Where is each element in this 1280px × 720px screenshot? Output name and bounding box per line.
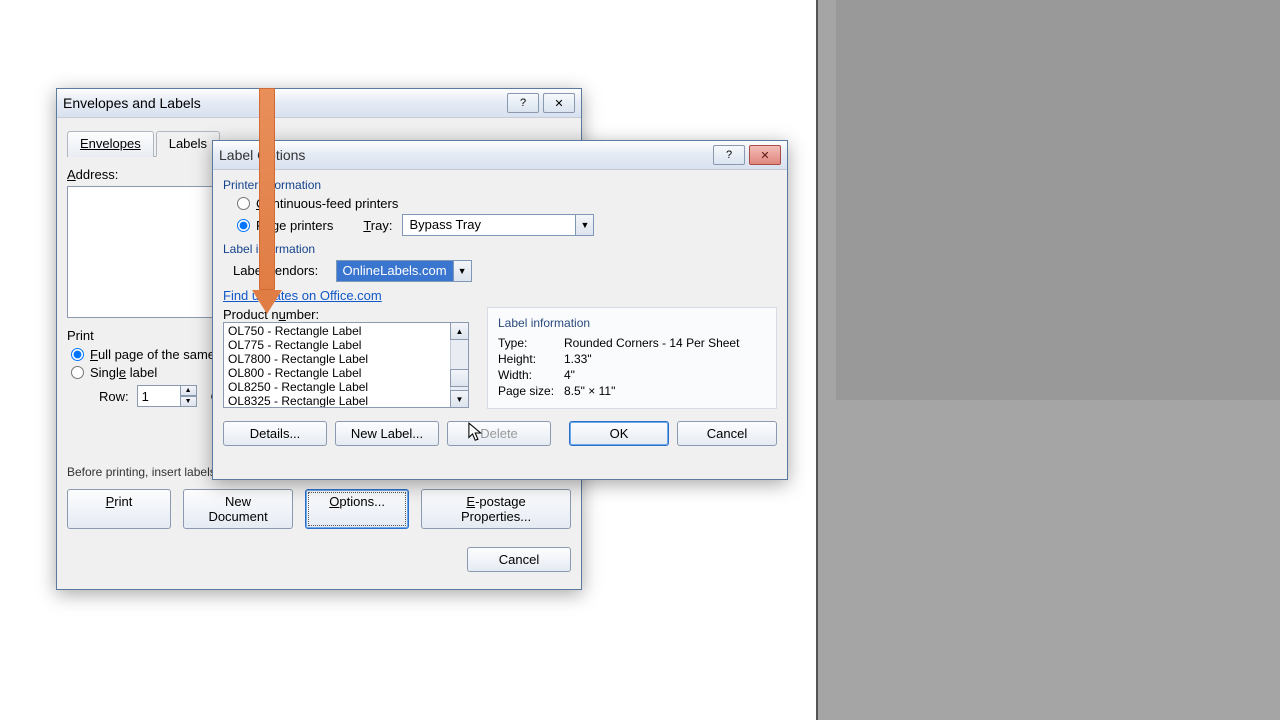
- label-options-dialog: Label Options ? ✕ Printer information Co…: [212, 140, 788, 480]
- chevron-down-icon[interactable]: ▼: [453, 261, 471, 281]
- cancel-button[interactable]: Cancel: [677, 421, 777, 446]
- details-title: Label information: [498, 316, 766, 330]
- list-item[interactable]: OL8325 - Rectangle Label: [224, 394, 450, 407]
- office-updates-link[interactable]: Find updates on Office.com: [223, 288, 382, 303]
- new-document-button[interactable]: New Document: [183, 489, 293, 529]
- tab-labels[interactable]: Labels: [156, 131, 220, 157]
- list-item[interactable]: OL800 - Rectangle Label: [224, 366, 450, 380]
- delete-button: Delete: [447, 421, 551, 446]
- options-button[interactable]: Options...: [305, 489, 409, 529]
- help-button[interactable]: ?: [507, 93, 539, 113]
- list-item[interactable]: OL750 - Rectangle Label: [224, 324, 450, 338]
- label-details-panel: Label information Type:Rounded Corners -…: [487, 307, 777, 409]
- radio-continuous-feed[interactable]: Continuous-feed printers: [233, 196, 777, 211]
- details-button[interactable]: Details...: [223, 421, 327, 446]
- tab-envelopes[interactable]: Envelopes: [67, 131, 154, 157]
- scroll-down-icon[interactable]: ▼: [450, 390, 469, 408]
- list-item[interactable]: OL8250 - Rectangle Label: [224, 380, 450, 394]
- label-info-heading: Label information: [223, 242, 777, 256]
- address-label: ddress:: [76, 167, 119, 182]
- row-spinner-buttons[interactable]: ▲▼: [180, 385, 197, 407]
- epostage-properties-button[interactable]: E-postage Properties...: [421, 489, 571, 529]
- new-label-button[interactable]: New Label...: [335, 421, 439, 446]
- row-spinner[interactable]: [137, 385, 181, 407]
- dialog-titlebar[interactable]: Label Options ? ✕: [213, 141, 787, 170]
- product-number-listbox[interactable]: OL750 - Rectangle Label OL775 - Rectangl…: [223, 322, 469, 408]
- ok-button[interactable]: OK: [569, 421, 669, 446]
- dialog-title: Envelopes and Labels: [63, 95, 201, 111]
- app-chrome-right: [816, 0, 1280, 720]
- tray-label: Tray:: [363, 218, 392, 233]
- cancel-button[interactable]: Cancel: [467, 547, 571, 572]
- callout-arrow-icon: [258, 88, 276, 318]
- list-item[interactable]: OL7800 - Rectangle Label: [224, 352, 450, 366]
- close-button[interactable]: ✕: [543, 93, 575, 113]
- list-item[interactable]: OL775 - Rectangle Label: [224, 338, 450, 352]
- print-button[interactable]: Print: [67, 489, 171, 529]
- row-label: Row:: [99, 389, 129, 404]
- radio-page-printers[interactable]: Page printers Tray: Bypass Tray ▼: [233, 214, 777, 236]
- printer-info-label: Printer information: [223, 178, 777, 192]
- close-button[interactable]: ✕: [749, 145, 781, 165]
- chevron-down-icon[interactable]: ▼: [575, 215, 593, 235]
- scroll-thumb[interactable]: [450, 369, 469, 387]
- dialog-titlebar[interactable]: Envelopes and Labels ? ✕: [57, 89, 581, 118]
- help-button[interactable]: ?: [713, 145, 745, 165]
- scroll-up-icon[interactable]: ▲: [450, 322, 469, 340]
- tray-combobox[interactable]: Bypass Tray ▼: [402, 214, 594, 236]
- listbox-scrollbar[interactable]: ▲ ▼: [450, 323, 468, 407]
- vendor-combobox[interactable]: OnlineLabels.com ▼: [336, 260, 472, 282]
